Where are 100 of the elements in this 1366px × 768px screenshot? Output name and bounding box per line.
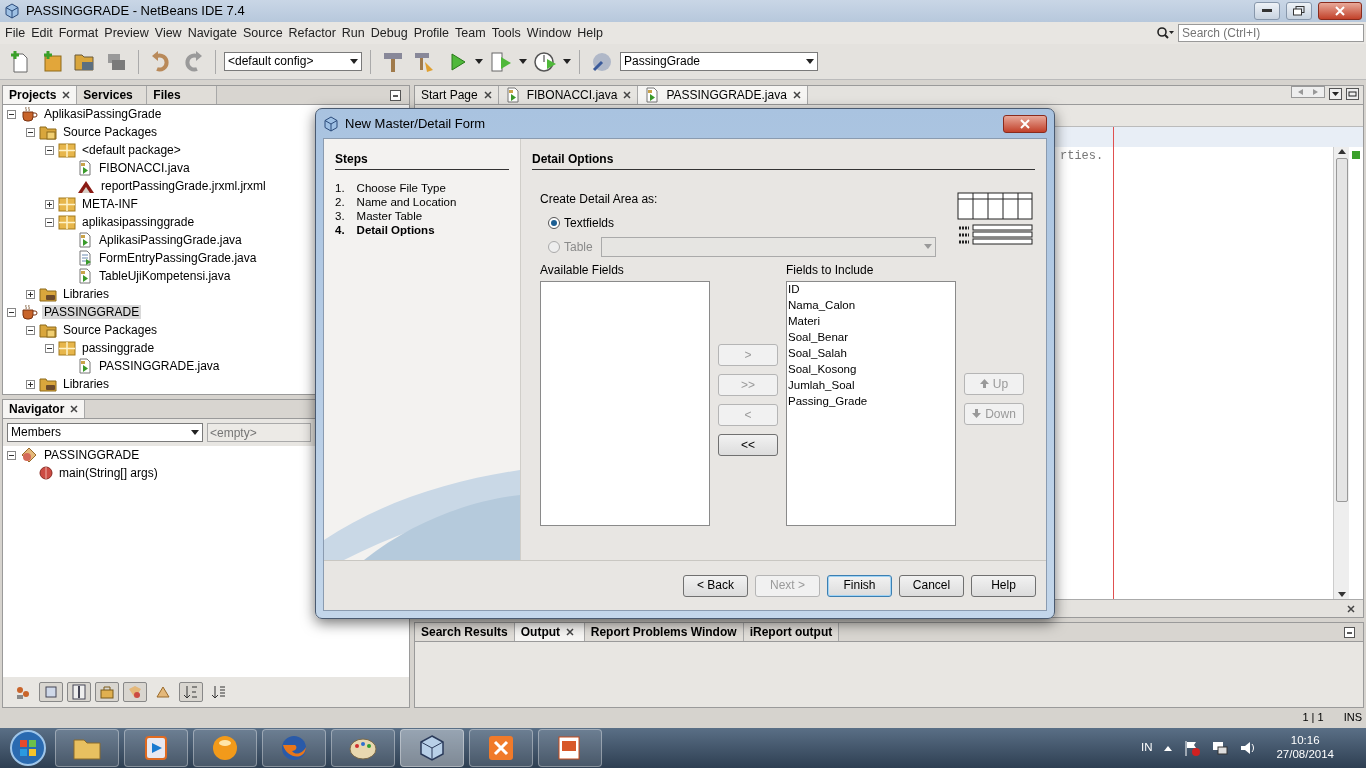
taskbar-app[interactable]	[400, 729, 464, 767]
tree-item[interactable]: Libraries	[61, 376, 112, 392]
close-icon[interactable]	[792, 91, 801, 99]
clock-time[interactable]: 10:16	[1290, 734, 1320, 748]
collapse-icon[interactable]	[26, 127, 35, 137]
show-hidden-icons-icon[interactable]	[1164, 745, 1173, 751]
collapse-icon[interactable]	[45, 145, 54, 155]
taskbar-app[interactable]	[331, 729, 395, 767]
tab[interactable]: Projects	[3, 86, 78, 104]
tab-list-icon[interactable]	[1329, 87, 1342, 100]
tree-item[interactable]: PASSINGGRADE	[42, 304, 142, 320]
menu-item[interactable]: Profile	[410, 23, 453, 43]
tree-item[interactable]: PASSINGGRADE.java	[97, 358, 222, 374]
toolbar-toggle[interactable]	[123, 682, 147, 702]
tree-item[interactable]: <default package>	[80, 142, 183, 158]
move-button[interactable]: <<	[718, 433, 778, 456]
tab[interactable]: Navigator	[3, 400, 86, 418]
tree-item[interactable]: reportPassingGrade.jrxml.jrxml	[99, 178, 268, 194]
language-indicator[interactable]: IN	[1140, 741, 1153, 755]
tree-item[interactable]: main(String[] args)	[57, 465, 160, 481]
tab[interactable]: PASSINGGRADE.java	[638, 86, 808, 104]
collapse-icon[interactable]	[7, 109, 16, 119]
menu-item[interactable]: Tools	[488, 23, 524, 43]
collapse-icon[interactable]	[7, 307, 16, 317]
collapse-icon[interactable]	[45, 217, 54, 227]
list-item[interactable]: ID	[788, 283, 954, 300]
tab[interactable]: Report Problems Window	[584, 623, 744, 641]
tree-item[interactable]: Source Packages	[61, 124, 160, 140]
toolbar-toggle[interactable]	[95, 682, 119, 702]
close-button[interactable]	[1318, 2, 1362, 20]
tab[interactable]: Files	[147, 86, 218, 104]
menu-item[interactable]: Refactor	[285, 23, 339, 43]
radio-button[interactable]	[548, 216, 560, 229]
dialog-button[interactable]: Cancel	[899, 574, 964, 597]
menu-item[interactable]: Source	[240, 23, 286, 43]
menu-item[interactable]: Run	[338, 23, 368, 43]
list-item[interactable]: Materi	[788, 315, 954, 332]
taskbar-app[interactable]	[55, 729, 119, 767]
tree-item[interactable]: AplikasiPassingGrade.java	[97, 232, 244, 248]
close-icon[interactable]	[70, 405, 79, 413]
tree-item[interactable]: TableUjiKompetensi.java	[97, 268, 233, 284]
tree-item[interactable]: META-INF	[80, 196, 140, 212]
toolbar-toggle[interactable]	[39, 682, 63, 702]
menu-item[interactable]: Window	[523, 23, 575, 43]
list-item[interactable]: Soal_Benar	[788, 331, 954, 348]
network-icon[interactable]	[1212, 740, 1229, 756]
list-item[interactable]: Passing_Grade	[788, 395, 954, 412]
menu-item[interactable]: Edit	[28, 23, 56, 43]
volume-icon[interactable]	[1240, 740, 1257, 756]
menu-item[interactable]: Help	[574, 23, 606, 43]
toolbar-toggle[interactable]	[67, 682, 91, 702]
taskbar-app[interactable]	[538, 729, 602, 767]
menu-item[interactable]: Preview	[101, 23, 152, 43]
close-icon[interactable]	[483, 91, 492, 99]
flag-icon[interactable]	[1184, 740, 1201, 756]
available-fields-list[interactable]	[540, 281, 710, 527]
menu-item[interactable]: File	[2, 23, 29, 43]
expand-icon[interactable]	[45, 199, 54, 209]
dialog-button[interactable]: Help	[971, 574, 1036, 597]
dialog-button[interactable]: < Back	[683, 574, 748, 597]
tree-item[interactable]: FIBONACCI.java	[97, 160, 192, 176]
restore-button[interactable]	[1286, 2, 1312, 20]
tree-item[interactable]: Libraries	[61, 286, 112, 302]
close-icon[interactable]	[62, 91, 71, 99]
menu-item[interactable]: Debug	[367, 23, 411, 43]
collapse-icon[interactable]	[7, 450, 16, 460]
config-dropdown[interactable]: <default config>	[224, 52, 362, 71]
tab[interactable]: Search Results	[415, 623, 515, 641]
clock-date[interactable]: 27/08/2014	[1276, 748, 1334, 762]
project-dropdown[interactable]: PassingGrade	[620, 52, 818, 71]
menu-item[interactable]: Navigate	[184, 23, 240, 43]
list-item[interactable]: Nama_Calon	[788, 299, 954, 316]
list-item[interactable]: Soal_Salah	[788, 347, 954, 364]
tree-item[interactable]: AplikasiPassingGrade	[42, 106, 164, 122]
list-item[interactable]: Soal_Kosong	[788, 363, 954, 380]
toolbar-toggle[interactable]	[179, 682, 203, 702]
taskbar-app[interactable]	[469, 729, 533, 767]
dialog-button[interactable]: Finish	[827, 574, 892, 597]
menu-item[interactable]: Format	[55, 23, 102, 43]
minimize-icon[interactable]	[1344, 626, 1355, 638]
expand-icon[interactable]	[26, 379, 35, 389]
collapse-icon[interactable]	[26, 325, 35, 335]
expand-icon[interactable]	[26, 289, 35, 299]
tree-item[interactable]: passinggrade	[80, 340, 157, 356]
taskbar-app[interactable]	[262, 729, 326, 767]
taskbar-app[interactable]	[193, 729, 257, 767]
tab[interactable]: Services	[77, 86, 148, 104]
tree-item[interactable]: FormEntryPassingGrade.java	[97, 250, 259, 266]
tab[interactable]: Output	[514, 623, 585, 641]
close-button[interactable]	[1003, 114, 1047, 133]
tree-item[interactable]: aplikasipassinggrade	[80, 214, 197, 230]
minimize-icon[interactable]	[390, 89, 401, 101]
list-item[interactable]: Jumlah_Soal	[788, 379, 954, 396]
menu-item[interactable]: Team	[452, 23, 489, 43]
scrollbar[interactable]	[1333, 147, 1349, 599]
scrollbar-thumb[interactable]	[1335, 158, 1348, 502]
taskbar-app[interactable]	[124, 729, 188, 767]
maximize-icon[interactable]	[1346, 87, 1359, 100]
menu-item[interactable]: View	[151, 23, 185, 43]
members-dropdown[interactable]: Members	[7, 423, 203, 442]
